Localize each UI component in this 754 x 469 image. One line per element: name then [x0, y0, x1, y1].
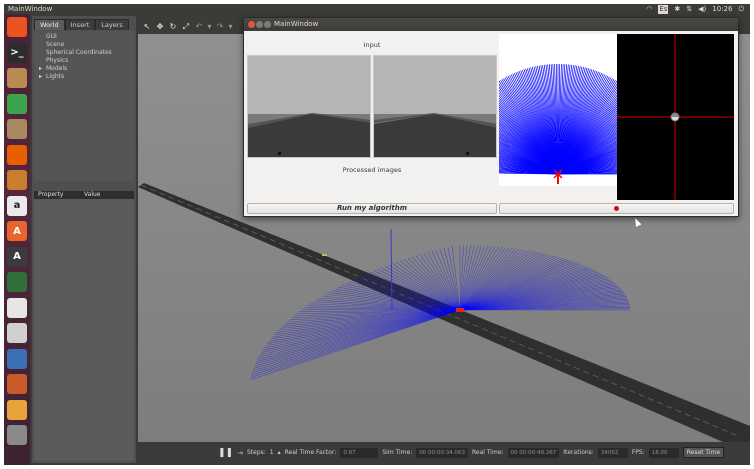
steps-dropdown-icon[interactable]: ▴	[278, 449, 281, 456]
globe-icon[interactable]	[7, 272, 27, 292]
sim-time-value: 00 00:00:34.063	[416, 447, 468, 458]
iterations-label: Iterations:	[563, 449, 594, 456]
amazon-icon[interactable]: a	[7, 195, 27, 216]
system-tray: ◠ Es ✱ ⇅ ◀) 10:26 ⏻	[646, 5, 744, 14]
spreadsheet-icon[interactable]	[7, 93, 27, 114]
tab-layers[interactable]: Layers	[95, 19, 129, 30]
laser-view	[458, 34, 658, 186]
gazebo-toolbar: ↖ ✥ ↻ ⤢ ↶ ▾ ↷ ▾	[138, 20, 248, 34]
close-button[interactable]	[248, 21, 255, 28]
clock[interactable]: 10:26	[712, 5, 732, 14]
terminal-icon[interactable]: >_	[7, 42, 27, 63]
property-table	[34, 199, 134, 461]
firefox-icon[interactable]	[7, 144, 27, 165]
fps-label: FPS:	[631, 449, 645, 456]
top-panel: MainWindow ◠ Es ✱ ⇅ ◀) 10:26 ⏻	[4, 4, 750, 14]
archive-icon[interactable]	[7, 119, 27, 139]
fps-value: 18.00	[648, 447, 679, 458]
software-center-icon[interactable]: A	[7, 221, 27, 241]
text-editor-icon[interactable]	[7, 297, 27, 318]
pause-icon[interactable]: ❚❚	[218, 448, 233, 458]
power-icon[interactable]: ⏻	[738, 5, 744, 14]
volume-icon[interactable]: ◀)	[698, 5, 706, 14]
main-window-titlebar: MainWindow	[244, 18, 738, 31]
real-time-value: 00 00:00:49.267	[507, 447, 560, 458]
real-time-label: Real Time:	[471, 449, 504, 456]
window-title: MainWindow	[8, 5, 53, 13]
bluetooth-icon[interactable]: ✱	[674, 5, 680, 14]
tree-item-scene[interactable]: Scene	[34, 41, 134, 49]
maximize-button[interactable]	[264, 21, 271, 28]
wifi-icon[interactable]: ◠	[646, 5, 652, 14]
property-table-header: Property Value	[34, 191, 134, 199]
gazebo-side-panel: World Insert Layers GUI Scene Spherical …	[32, 16, 136, 463]
gazebo-status-bar: ❚❚ ⇥ Steps: 1 ▴ Real Time Factor: 0.87 S…	[138, 442, 750, 463]
redo-dropdown-icon[interactable]: ▾	[228, 22, 233, 32]
position-view	[617, 34, 734, 200]
rtf-value: 0.87	[340, 447, 379, 458]
value-column-header: Value	[84, 191, 101, 198]
reset-time-button[interactable]: Reset Time	[682, 447, 725, 458]
gazebo-icon[interactable]	[7, 399, 27, 420]
undo-icon[interactable]: ↶	[194, 22, 204, 32]
drive-icon[interactable]	[7, 323, 27, 343]
record-icon	[614, 206, 619, 211]
media-icon[interactable]	[7, 374, 27, 394]
rtf-label: Real Time Factor:	[284, 449, 337, 456]
tab-insert[interactable]: Insert	[64, 19, 96, 30]
main-window: MainWindow Input Processed images Run my…	[243, 17, 739, 217]
processed-images-caption: Processed images	[342, 166, 402, 174]
files-icon[interactable]	[7, 68, 27, 88]
tab-world[interactable]: World	[34, 19, 65, 30]
road-marker	[322, 254, 327, 256]
desktop: MainWindow ◠ Es ✱ ⇅ ◀) 10:26 ⏻ >_ a A A Wor…	[4, 4, 750, 465]
world-tree: GUI Scene Spherical Coordinates Physics …	[34, 31, 134, 181]
dash-icon[interactable]	[7, 17, 27, 37]
gazebo-tabs: World Insert Layers	[34, 19, 129, 30]
sort-icon[interactable]: ⇅	[686, 5, 692, 14]
launcher: >_ a A A	[4, 14, 30, 465]
record-button[interactable]	[499, 203, 734, 214]
robot-car	[456, 308, 464, 312]
writer-icon[interactable]	[7, 348, 27, 369]
scale-icon[interactable]: ⤢	[181, 22, 191, 32]
input-caption: Input	[363, 41, 381, 49]
tree-item-lights[interactable]: Lights	[34, 73, 134, 81]
step-icon[interactable]: ⇥	[237, 449, 243, 457]
trash-icon[interactable]	[7, 425, 27, 445]
iterations-value: 34062	[597, 447, 628, 458]
tree-item-models[interactable]: Models	[34, 65, 134, 73]
tree-item-gui[interactable]: GUI	[34, 33, 134, 41]
camera-right-image	[373, 55, 497, 158]
redo-icon[interactable]: ↷	[215, 22, 225, 32]
property-column-header: Property	[38, 191, 64, 198]
updater-icon[interactable]: A	[7, 246, 27, 267]
sim-time-label: Sim Time:	[382, 449, 413, 456]
document-viewer-icon[interactable]	[7, 170, 27, 190]
steps-label: Steps:	[246, 449, 266, 456]
run-algorithm-button[interactable]: Run my algorithm	[247, 203, 497, 214]
tree-item-physics[interactable]: Physics	[34, 57, 134, 65]
select-arrow-icon[interactable]: ↖	[142, 22, 152, 32]
main-window-title: MainWindow	[274, 20, 319, 28]
camera-left-image	[247, 55, 371, 158]
undo-dropdown-icon[interactable]: ▾	[207, 22, 212, 32]
tree-item-spherical-coordinates[interactable]: Spherical Coordinates	[34, 49, 134, 57]
rotate-icon[interactable]: ↻	[168, 22, 178, 32]
steps-value[interactable]: 1	[270, 449, 274, 456]
minimize-button[interactable]	[256, 21, 263, 28]
keyboard-indicator[interactable]: Es	[658, 5, 669, 14]
translate-icon[interactable]: ✥	[155, 22, 165, 32]
